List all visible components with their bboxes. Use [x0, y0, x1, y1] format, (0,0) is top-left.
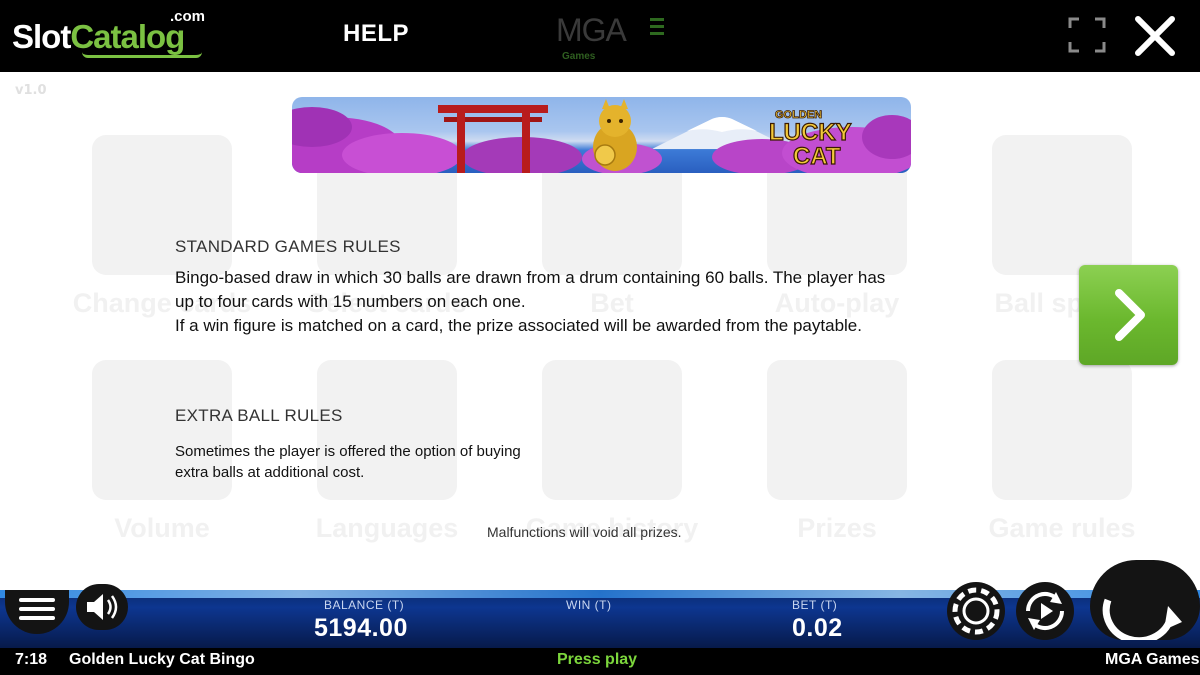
provider-logo-sub: Games: [562, 51, 596, 62]
bet-chip-button[interactable]: [947, 582, 1005, 640]
malfunction-notice: Malfunctions will void all prizes.: [487, 524, 682, 540]
fullscreen-icon[interactable]: [1068, 17, 1106, 53]
autoplay-icon: [1025, 591, 1065, 631]
provider-name: MGA Games: [1105, 651, 1200, 668]
logo-main-text: Slot: [12, 18, 71, 55]
bet-value: 0.02: [792, 614, 843, 642]
hamburger-icon: [19, 598, 55, 620]
extra-ball-line-1: Sometimes the player is offered the opti…: [175, 443, 521, 460]
standard-rules-line-2: up to four cards with 15 numbers on each…: [175, 292, 526, 311]
page-title: HELP: [343, 20, 410, 47]
logo-line2: LUCKY: [769, 119, 852, 146]
spin-button[interactable]: [1090, 560, 1200, 645]
speedometer-icon: [992, 135, 1132, 275]
bg-label-languages: Languages: [315, 513, 459, 543]
bg-label-game-rules: Game rules: [988, 513, 1136, 543]
speaker-icon: [87, 594, 118, 620]
chevron-right-icon: [1115, 289, 1145, 341]
mga-games-logo: MGA Games: [556, 14, 666, 64]
autoplay-button[interactable]: [1016, 582, 1074, 640]
logo-accent-text: Catalog: [70, 18, 185, 55]
standard-rules-line-3: If a win figure is matched on a card, th…: [175, 316, 862, 335]
provider-logo-bars: [650, 18, 664, 39]
rules-list-icon: [992, 360, 1132, 500]
bg-label-volume: Volume: [114, 513, 210, 543]
bg-label-prizes: Prizes: [797, 513, 877, 543]
menu-button[interactable]: [5, 590, 69, 634]
chip-icon: [952, 587, 1000, 635]
game-name: Golden Lucky Cat Bingo: [69, 651, 255, 668]
bg-label-autoplay: Auto-play: [774, 288, 900, 318]
slotcatalog-logo: SlotCatalog .com: [12, 8, 212, 58]
sound-button[interactable]: [76, 584, 128, 630]
standard-rules-line-1: Bingo-based draw in which 30 balls are d…: [175, 268, 886, 287]
status-message: Press play: [557, 651, 638, 668]
clock: 7:18: [15, 651, 48, 668]
logo-suffix-text: .com: [170, 8, 206, 25]
next-page-button[interactable]: [1079, 265, 1178, 365]
logo-line3: CAT: [793, 143, 841, 170]
logo-swoosh: [82, 52, 202, 58]
history-icon: [542, 360, 682, 500]
extra-ball-heading: EXTRA BALL RULES: [175, 406, 343, 425]
close-icon[interactable]: [1133, 14, 1177, 58]
win-label: WIN (T): [566, 598, 612, 612]
standard-rules-heading: STANDARD GAMES RULES: [175, 237, 401, 256]
spin-icon: [1102, 598, 1182, 645]
extra-ball-line-2: extra balls at additional cost.: [175, 464, 365, 481]
balance-value: 5194.00: [314, 614, 408, 642]
golden-lucky-cat-logo: GOLDEN LUCKY CAT: [765, 100, 857, 171]
bg-label-bet: Bet: [590, 288, 634, 318]
money-bag-icon: [767, 360, 907, 500]
bet-label: BET (T): [792, 598, 838, 612]
balance-label: BALANCE (T): [324, 598, 405, 612]
